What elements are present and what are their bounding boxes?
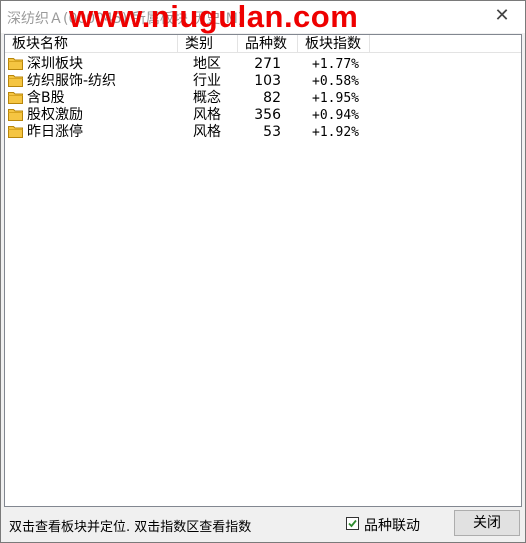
table-row[interactable]: 深圳板块 地区 271 +1.77% [5,56,521,73]
folder-icon [8,74,23,87]
board-count: 356 [254,107,281,123]
list-header: 板块名称 类别 品种数 板块指数 [5,35,521,54]
checkbox-box[interactable] [346,517,359,530]
board-name: 纺织服饰-纺织 [27,73,117,89]
board-count: 271 [254,56,281,72]
header-index[interactable]: 板块指数 [298,35,370,53]
board-type: 行业 [193,73,221,89]
header-type[interactable]: 类别 [178,35,238,53]
board-type: 地区 [193,56,221,72]
board-index[interactable]: +1.95% [297,90,359,107]
title-bar: 深纺织Ａ(000045) 所属板块 历史(M) www.niugulan.com… [1,0,525,34]
board-name: 股权激励 [27,107,83,123]
board-index[interactable]: +0.94% [297,107,359,124]
folder-icon [8,125,23,138]
header-count[interactable]: 品种数 [238,35,298,53]
board-name: 昨日涨停 [27,124,83,140]
status-hint: 双击查看板块并定位. 双击指数区查看指数 [9,520,252,535]
folder-icon [8,57,23,70]
board-type: 风格 [193,124,221,140]
checkmark-icon [348,519,357,528]
board-dialog: 深纺织Ａ(000045) 所属板块 历史(M) www.niugulan.com… [0,0,526,543]
board-index[interactable]: +1.92% [297,124,359,141]
board-count: 53 [263,124,281,140]
checkbox-label[interactable]: 品种联动 [364,515,420,535]
board-type: 风格 [193,107,221,123]
board-index[interactable]: +0.58% [297,73,359,90]
table-row[interactable]: 股权激励 风格 356 +0.94% [5,107,521,124]
board-type: 概念 [193,90,221,106]
board-name: 含B股 [27,90,65,106]
folder-icon [8,91,23,104]
board-count: 103 [254,73,281,89]
watermark: www.niugulan.com [69,0,359,34]
board-name: 深圳板块 [27,56,83,72]
folder-icon [8,108,23,121]
table-row[interactable]: 昨日涨停 风格 53 +1.92% [5,124,521,141]
close-icon[interactable]: ✕ [491,5,513,27]
table-row[interactable]: 纺织服饰-纺织 行业 103 +0.58% [5,73,521,90]
header-filler [370,35,521,53]
table-row[interactable]: 含B股 概念 82 +1.95% [5,90,521,107]
board-count: 82 [263,90,281,106]
header-board-name[interactable]: 板块名称 [5,35,178,53]
board-index[interactable]: +1.77% [297,56,359,73]
board-list[interactable]: 板块名称 类别 品种数 板块指数 深圳板块 地区 271 +1.77% 纺织服饰… [4,34,522,507]
close-button[interactable]: 关闭 [454,510,520,536]
